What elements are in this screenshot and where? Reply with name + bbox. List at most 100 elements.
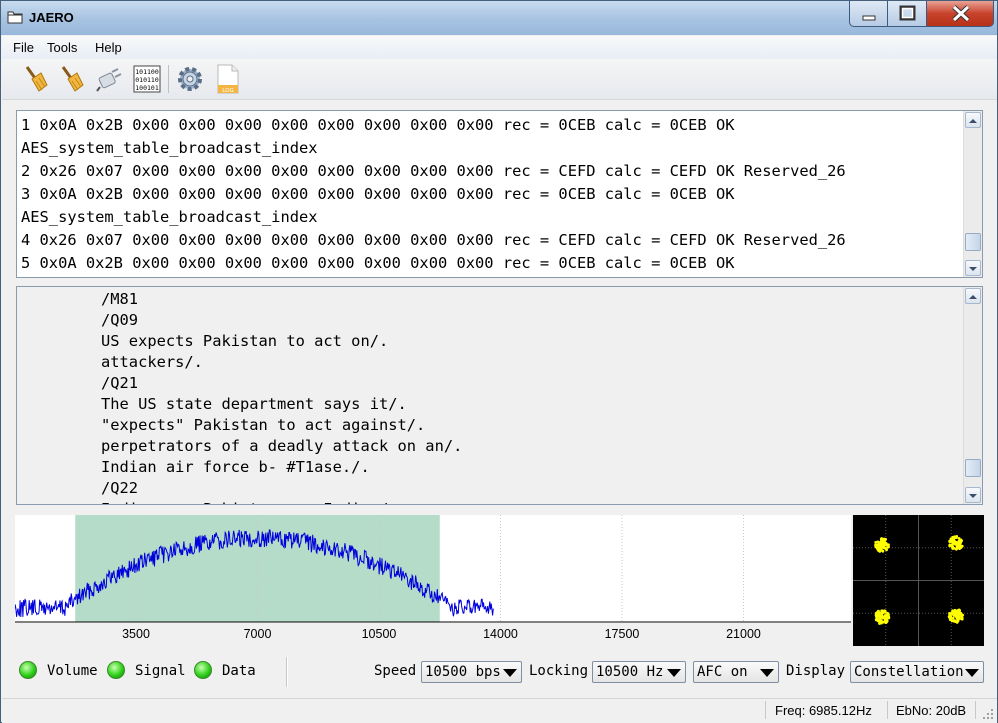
constellation-point bbox=[952, 546, 956, 550]
status-ebno: EbNo: 20dB bbox=[896, 703, 967, 718]
scroll-up-button[interactable] bbox=[965, 288, 981, 304]
speed-select[interactable]: 10500 bps bbox=[421, 661, 522, 683]
x-tick-label: 17500 bbox=[605, 627, 640, 641]
status-divider bbox=[765, 701, 766, 719]
svg-text:101100: 101100 bbox=[135, 68, 159, 76]
message-output-pane[interactable]: /M81/Q09 US expects Pakistan to act on/. a… bbox=[16, 286, 983, 505]
broom-icon bbox=[25, 66, 48, 92]
afc-value: AFC on bbox=[697, 664, 748, 680]
status-divider bbox=[975, 701, 976, 719]
resize-grip-icon[interactable] bbox=[982, 708, 994, 720]
spectrum-display[interactable]: 3500 7000 10500 14000 17500 21000 bbox=[15, 515, 851, 646]
connect-button[interactable] bbox=[94, 63, 126, 95]
scroll-up-button[interactable] bbox=[965, 112, 981, 128]
vertical-scrollbar[interactable] bbox=[963, 287, 982, 504]
chevron-up-icon bbox=[969, 119, 977, 123]
constellation-point bbox=[957, 611, 961, 615]
constellation-point bbox=[953, 540, 957, 544]
locking-select[interactable]: 10500 Hz bbox=[592, 661, 686, 683]
menu-file[interactable]: File bbox=[13, 40, 34, 55]
close-icon bbox=[952, 5, 970, 22]
constellation-point bbox=[874, 545, 878, 549]
binary-output-button[interactable]: 101100 010110 100101 bbox=[131, 63, 163, 95]
chevron-down-icon bbox=[503, 669, 517, 677]
decoded-output-text: 1 0x0A 0x2B 0x00 0x00 0x00 0x00 0x00 0x0… bbox=[21, 114, 962, 275]
menu-help[interactable]: Help bbox=[95, 40, 122, 55]
speed-value: 10500 bps bbox=[425, 664, 501, 680]
constellation-point bbox=[883, 541, 887, 545]
constellation-display bbox=[853, 515, 984, 646]
chevron-down-icon bbox=[965, 669, 979, 677]
title-bar[interactable]: JAERO bbox=[1, 1, 997, 35]
decoded-output-pane[interactable]: 1 0x0A 0x2B 0x00 0x00 0x00 0x00 0x00 0x0… bbox=[16, 110, 983, 278]
log-button[interactable]: LOG bbox=[212, 63, 244, 95]
constellation-point bbox=[877, 611, 881, 615]
display-value: Constellation bbox=[854, 664, 964, 680]
plug-icon bbox=[96, 68, 122, 92]
toolbar-separator bbox=[168, 65, 169, 93]
broom-icon bbox=[61, 66, 84, 92]
status-frequency: Freq: 6985.12Hz bbox=[775, 703, 872, 718]
toolbar: 101100 010110 100101 LOG bbox=[2, 59, 997, 100]
volume-indicator-led bbox=[19, 661, 37, 679]
locking-value: 10500 Hz bbox=[596, 664, 664, 680]
constellation-point bbox=[881, 539, 885, 543]
status-divider bbox=[887, 701, 888, 719]
signal-indicator-led bbox=[107, 661, 125, 679]
chevron-down-icon bbox=[969, 494, 977, 498]
clear-bottom-button[interactable] bbox=[55, 63, 87, 95]
svg-text:010110: 010110 bbox=[135, 76, 159, 84]
constellation-point bbox=[878, 618, 881, 622]
settings-button[interactable] bbox=[174, 63, 206, 95]
maximize-icon bbox=[899, 5, 916, 21]
output-line: 2 0x26 0x07 0x00 0x00 0x00 0x00 0x00 0x0… bbox=[21, 162, 846, 180]
afc-select[interactable]: AFC on bbox=[693, 661, 779, 683]
constellation-point bbox=[886, 611, 889, 615]
constellation-point bbox=[878, 545, 882, 549]
constellation-point bbox=[951, 612, 954, 616]
svg-text:LOG: LOG bbox=[222, 88, 233, 94]
message-line: /Q09 bbox=[101, 311, 139, 329]
window-title: JAERO bbox=[29, 10, 74, 25]
scroll-thumb[interactable] bbox=[965, 233, 981, 251]
output-line: 3 0x0A 0x2B 0x00 0x00 0x00 0x00 0x00 0x0… bbox=[21, 185, 735, 203]
constellation-point bbox=[957, 616, 961, 620]
constellation-point bbox=[878, 622, 881, 625]
constellation-point bbox=[881, 616, 885, 620]
message-line: /M81 bbox=[101, 290, 139, 308]
constellation-point bbox=[948, 618, 952, 621]
vertical-scrollbar[interactable] bbox=[963, 111, 982, 277]
constellation-point bbox=[959, 541, 963, 545]
chevron-up-icon bbox=[969, 295, 977, 299]
output-line: AES_system_table_broadcast_index bbox=[21, 139, 318, 157]
display-label: Display bbox=[786, 663, 846, 679]
scroll-down-button[interactable] bbox=[965, 260, 981, 276]
gear-icon bbox=[178, 67, 202, 91]
locking-label: Locking bbox=[529, 663, 589, 679]
close-button[interactable] bbox=[926, 1, 994, 27]
output-line: AES_system_table_broadcast_index bbox=[21, 208, 318, 226]
constellation-point bbox=[882, 609, 886, 613]
display-select[interactable]: Constellation bbox=[850, 661, 984, 683]
minimize-button[interactable] bbox=[849, 1, 888, 27]
clear-top-button[interactable] bbox=[19, 63, 51, 95]
scroll-thumb[interactable] bbox=[965, 459, 981, 477]
data-indicator-label: Data bbox=[222, 663, 256, 679]
menu-tools[interactable]: Tools bbox=[47, 40, 77, 55]
controls-separator bbox=[286, 657, 288, 687]
constellation-point bbox=[884, 547, 888, 550]
constellation-point bbox=[877, 548, 881, 552]
message-line: perpetrators of a deadly attack on an/. bbox=[101, 437, 463, 455]
constellation-point bbox=[951, 535, 955, 539]
constellation-point bbox=[880, 609, 884, 613]
message-line: "expects" Pakistan to act against/. bbox=[101, 416, 426, 434]
output-line: 4 0x26 0x07 0x00 0x00 0x00 0x00 0x00 0x0… bbox=[21, 231, 846, 249]
message-output-text: /M81/Q09 US expects Pakistan to act on/. a… bbox=[101, 289, 962, 504]
constellation-point bbox=[877, 541, 881, 545]
chevron-down-icon bbox=[667, 669, 681, 677]
message-line: attackers/. bbox=[101, 353, 203, 371]
constellation-point bbox=[959, 614, 963, 618]
scroll-down-button[interactable] bbox=[965, 487, 981, 503]
message-line: Indian air force b- #T1ase./. bbox=[101, 458, 370, 476]
maximize-button[interactable] bbox=[887, 1, 927, 27]
